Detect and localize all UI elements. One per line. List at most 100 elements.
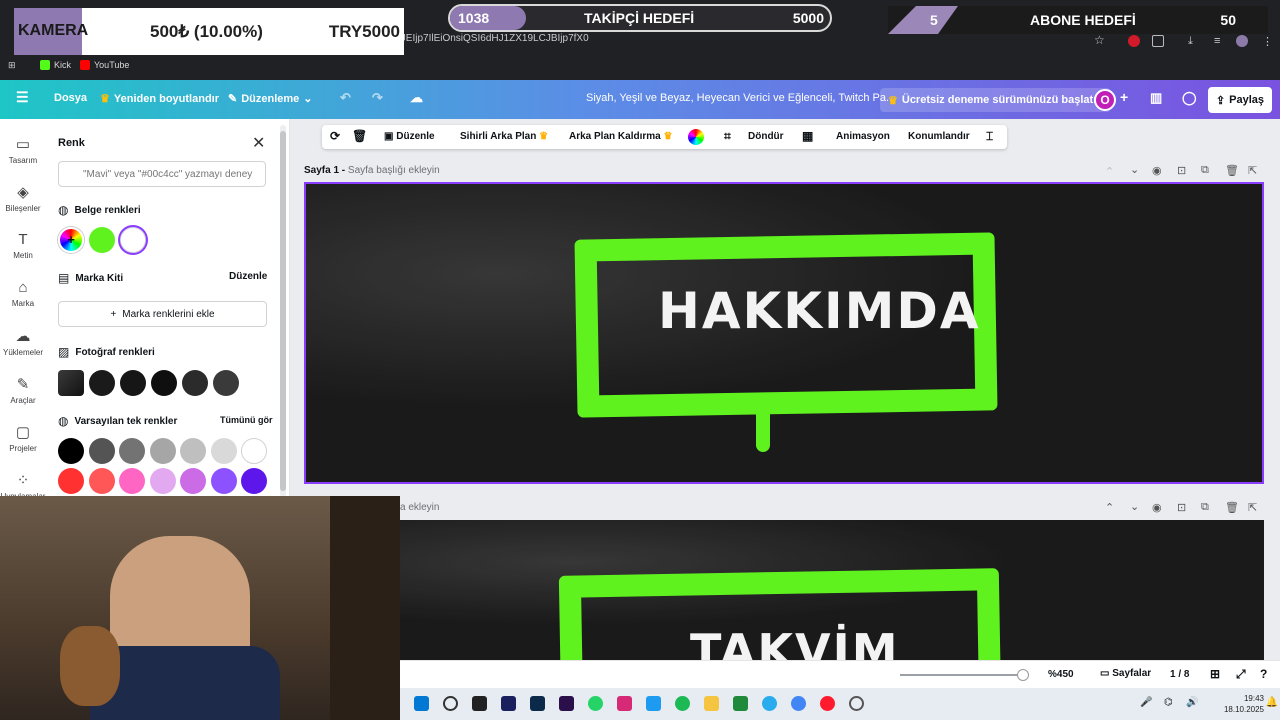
extension-icon[interactable]: [1128, 35, 1140, 47]
extensions-puzzle-icon[interactable]: [1152, 35, 1164, 47]
animate-button[interactable]: Animasyon: [836, 131, 890, 142]
color-swatch[interactable]: [180, 438, 206, 464]
download-icon[interactable]: ⤓: [1188, 35, 1200, 47]
page-counter[interactable]: 1 / 8: [1170, 669, 1189, 680]
cloud-save-icon[interactable]: ☁: [410, 90, 423, 106]
bookmark-kick[interactable]: Kick: [40, 60, 71, 70]
chevron-down-icon[interactable]: ⌄: [1130, 163, 1139, 176]
chrome-icon[interactable]: [791, 696, 806, 711]
add-brand-colors-button[interactable]: + Marka renklerini ekle: [58, 301, 267, 327]
eye-icon[interactable]: ◉: [1152, 164, 1162, 177]
rail-item-text[interactable]: T Metin: [0, 231, 46, 260]
add-page-icon[interactable]: ⇱: [1248, 501, 1257, 514]
premiere-icon[interactable]: [559, 696, 574, 711]
see-all-link[interactable]: Tümünü gör: [220, 415, 273, 425]
bg-remove-button[interactable]: Arka Plan Kaldırma ♛: [569, 131, 672, 142]
color-swatch[interactable]: [149, 468, 176, 494]
duplicate-icon[interactable]: ⧉: [1201, 501, 1209, 514]
rail-item-projects[interactable]: ▢ Projeler: [0, 423, 46, 453]
color-swatch[interactable]: [182, 370, 208, 396]
pages-button[interactable]: ▭ Sayfalar: [1100, 668, 1151, 679]
rail-item-uploads[interactable]: ☁ Yüklemeler: [0, 327, 46, 357]
mic-icon[interactable]: 🎤: [1140, 697, 1152, 708]
duplicate-icon[interactable]: ⧉: [1201, 164, 1209, 177]
add-collaborator-icon[interactable]: +: [1120, 89, 1128, 105]
edit-mode-dropdown[interactable]: ✎ Düzenleme ⌄: [228, 92, 313, 106]
trash-icon[interactable]: 🗑: [352, 129, 367, 143]
apps-grid-icon[interactable]: ⊞: [8, 60, 16, 71]
rail-item-brand[interactable]: ⌂ Marka: [0, 279, 46, 308]
magic-bg-button[interactable]: Sihirli Arka Plan ♛: [460, 131, 548, 142]
search-icon[interactable]: [443, 696, 458, 711]
file-explorer-icon[interactable]: [704, 696, 719, 711]
delete-page-icon[interactable]: 🗑: [1225, 501, 1239, 514]
avatar[interactable]: O: [1094, 89, 1116, 111]
share-button[interactable]: ⇪ Paylaş: [1208, 87, 1272, 113]
settings-icon[interactable]: [849, 696, 864, 711]
help-icon[interactable]: ?: [1260, 667, 1267, 681]
hamburger-icon[interactable]: ☰: [16, 89, 29, 106]
address-bar[interactable]: /JEIjp7IlEiOnsiQSI6dHJ1ZX19LCJBIjp7fX0: [398, 33, 1188, 51]
volume-icon[interactable]: 🔊: [1186, 697, 1198, 708]
telegram-icon[interactable]: [762, 696, 777, 711]
app-icon[interactable]: [733, 696, 748, 711]
menu-icon[interactable]: ⋮: [1262, 35, 1274, 48]
slide-2[interactable]: TAKVİM: [400, 520, 1264, 660]
instagram-icon[interactable]: [617, 696, 632, 711]
crop-icon[interactable]: ⌗: [724, 129, 731, 144]
whatsapp-icon[interactable]: [588, 696, 603, 711]
panel-scrollbar[interactable]: [280, 125, 286, 497]
add-color-button[interactable]: +: [58, 227, 84, 253]
comment-icon[interactable]: ◯: [1182, 90, 1197, 106]
lock-icon[interactable]: ⊡: [1177, 164, 1186, 177]
color-swatch[interactable]: [213, 370, 239, 396]
color-swatch[interactable]: [210, 438, 237, 464]
color-swatch[interactable]: [241, 438, 267, 464]
position-button[interactable]: Konumlandır: [908, 131, 970, 142]
photo-thumbnail[interactable]: [58, 370, 84, 396]
refresh-icon[interactable]: ⟳: [330, 129, 340, 143]
delete-page-icon[interactable]: 🗑: [1225, 164, 1239, 177]
color-swatch[interactable]: [89, 227, 115, 253]
bookmark-youtube[interactable]: YouTube: [80, 60, 129, 70]
fullscreen-icon[interactable]: ⤢: [1236, 667, 1246, 682]
rotate-button[interactable]: Döndür: [748, 131, 784, 142]
page-2-title[interactable]: a ekleyin: [400, 502, 439, 513]
close-icon[interactable]: ✕: [252, 133, 265, 153]
add-page-icon[interactable]: ⇱: [1248, 164, 1257, 177]
photoshop-icon[interactable]: [530, 696, 545, 711]
zoom-slider[interactable]: [900, 674, 1025, 676]
notification-icon[interactable]: 🔔: [1266, 697, 1278, 708]
redo-icon[interactable]: ↷: [372, 90, 383, 106]
rail-item-elements[interactable]: ◈ Bileşenler: [0, 183, 46, 213]
page-1-title[interactable]: Sayfa 1 - Sayfa başlığı ekleyin: [304, 165, 440, 176]
transparency-icon[interactable]: ▦: [802, 129, 813, 143]
color-swatch[interactable]: [88, 468, 115, 494]
color-swatch[interactable]: [58, 438, 84, 464]
color-swatch[interactable]: [88, 438, 115, 464]
system-clock[interactable]: 19:43 18.10.2025: [1224, 693, 1264, 715]
undo-icon[interactable]: ↶: [340, 90, 351, 106]
opera-icon[interactable]: [820, 696, 835, 711]
color-swatch[interactable]: [151, 370, 177, 396]
media-icon[interactable]: ≡: [1214, 35, 1226, 47]
zoom-level[interactable]: %450: [1048, 669, 1074, 680]
design-title[interactable]: Siyah, Yeşil ve Beyaz, Heyecan Verici ve…: [586, 92, 895, 104]
color-swatch[interactable]: [120, 370, 146, 396]
color-swatch[interactable]: [89, 370, 115, 396]
color-swatch[interactable]: [210, 468, 237, 494]
color-swatch[interactable]: [149, 438, 176, 464]
bookmark-star-icon[interactable]: ☆: [1094, 33, 1106, 47]
network-icon[interactable]: ⌬: [1164, 697, 1173, 708]
color-swatch[interactable]: [119, 438, 145, 464]
grid-view-icon[interactable]: ⊞: [1210, 667, 1220, 681]
color-search-input[interactable]: [58, 161, 266, 187]
after-effects-icon[interactable]: [501, 696, 516, 711]
color-swatch[interactable]: [58, 468, 84, 494]
edit-image-button[interactable]: ▣ Düzenle: [384, 131, 435, 142]
scrollbar-thumb[interactable]: [280, 131, 286, 491]
color-swatch[interactable]: [119, 468, 145, 494]
file-menu[interactable]: Dosya: [54, 92, 87, 104]
rail-item-tools[interactable]: ✎ Araçlar: [0, 375, 46, 405]
windows-start-icon[interactable]: [414, 696, 429, 711]
